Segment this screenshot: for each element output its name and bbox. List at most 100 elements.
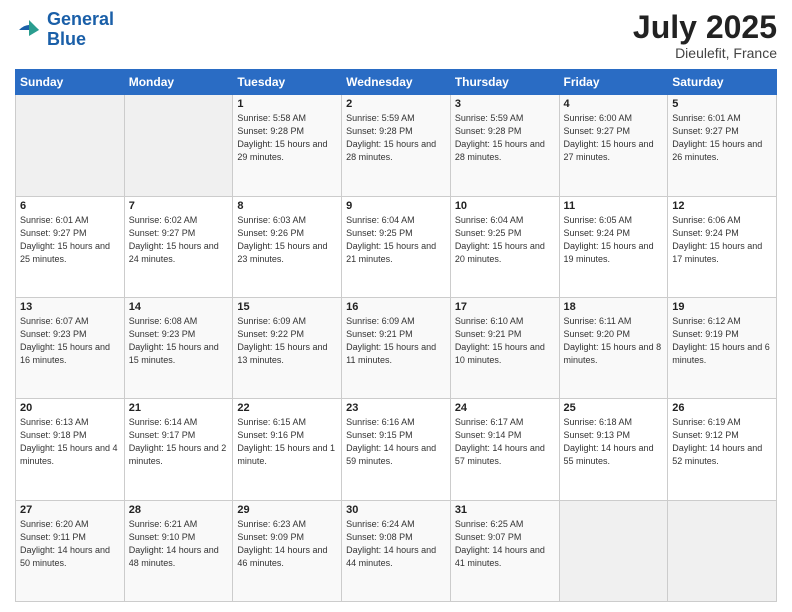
day-info: Sunrise: 6:06 AM Sunset: 9:24 PM Dayligh… (672, 214, 772, 266)
calendar-cell: 8 Sunrise: 6:03 AM Sunset: 9:26 PM Daylig… (233, 196, 342, 297)
day-number: 3 (455, 98, 555, 110)
calendar-cell: 17 Sunrise: 6:10 AM Sunset: 9:21 PM Dayli… (450, 297, 559, 398)
day-info: Sunrise: 6:02 AM Sunset: 9:27 PM Dayligh… (129, 214, 229, 266)
logo-icon (15, 16, 43, 44)
calendar-cell: 27 Sunrise: 6:20 AM Sunset: 9:11 PM Dayli… (16, 500, 125, 601)
day-info: Sunrise: 6:25 AM Sunset: 9:07 PM Dayligh… (455, 518, 555, 570)
day-number: 16 (346, 301, 446, 313)
day-info: Sunrise: 6:23 AM Sunset: 9:09 PM Dayligh… (237, 518, 337, 570)
logo-line1: General (47, 9, 114, 29)
day-info: Sunrise: 6:20 AM Sunset: 9:11 PM Dayligh… (20, 518, 120, 570)
calendar-cell: 23Sunrise: 6:16 AM Sunset: 9:15 PM Dayli… (342, 399, 451, 500)
calendar-cell: 4Sunrise: 6:00 AM Sunset: 9:27 PM Daylig… (559, 95, 668, 196)
day-info: Sunrise: 6:21 AM Sunset: 9:10 PM Dayligh… (129, 518, 229, 570)
calendar-cell: 7 Sunrise: 6:02 AM Sunset: 9:27 PM Daylig… (124, 196, 233, 297)
day-info: Sunrise: 6:03 AM Sunset: 9:26 PM Dayligh… (237, 214, 337, 266)
calendar-cell: 21 Sunrise: 6:14 AM Sunset: 9:17 PM Dayli… (124, 399, 233, 500)
day-info: Sunrise: 6:04 AM Sunset: 9:25 PM Dayligh… (455, 214, 555, 266)
calendar-cell: 22Sunrise: 6:15 AM Sunset: 9:16 PM Dayli… (233, 399, 342, 500)
day-number: 6 (20, 200, 120, 212)
col-saturday: Saturday (668, 70, 777, 95)
calendar-cell: 16 Sunrise: 6:09 AM Sunset: 9:21 PM Dayli… (342, 297, 451, 398)
calendar-header-row: Sunday Monday Tuesday Wednesday Thursday… (16, 70, 777, 95)
day-number: 9 (346, 200, 446, 212)
calendar-cell: 20 Sunrise: 6:13 AM Sunset: 9:18 PM Dayli… (16, 399, 125, 500)
day-number: 11 (564, 200, 664, 212)
day-number: 30 (346, 504, 446, 516)
calendar-cell: 5 Sunrise: 6:01 AM Sunset: 9:27 PM Daylig… (668, 95, 777, 196)
day-number: 24 (455, 402, 555, 414)
calendar-cell: 31 Sunrise: 6:25 AM Sunset: 9:07 PM Dayli… (450, 500, 559, 601)
day-info: Sunrise: 6:19 AM Sunset: 9:12 PM Dayligh… (672, 416, 772, 468)
day-info: Sunrise: 6:08 AM Sunset: 9:23 PM Dayligh… (129, 315, 229, 367)
day-info: Sunrise: 6:09 AM Sunset: 9:21 PM Dayligh… (346, 315, 446, 367)
day-number: 27 (20, 504, 120, 516)
calendar-cell (16, 95, 125, 196)
day-info: Sunrise: 6:09 AM Sunset: 9:22 PM Dayligh… (237, 315, 337, 367)
calendar-week-1: 1Sunrise: 5:58 AM Sunset: 9:28 PM Daylig… (16, 95, 777, 196)
calendar-week-3: 13Sunrise: 6:07 AM Sunset: 9:23 PM Dayli… (16, 297, 777, 398)
day-info: Sunrise: 6:01 AM Sunset: 9:27 PM Dayligh… (20, 214, 120, 266)
calendar-cell: 15 Sunrise: 6:09 AM Sunset: 9:22 PM Dayli… (233, 297, 342, 398)
day-number: 23 (346, 402, 446, 414)
calendar-cell: 6 Sunrise: 6:01 AM Sunset: 9:27 PM Daylig… (16, 196, 125, 297)
day-number: 17 (455, 301, 555, 313)
day-info: Sunrise: 5:59 AM Sunset: 9:28 PM Dayligh… (455, 112, 555, 164)
logo-line2: Blue (47, 29, 86, 49)
calendar-cell: 2Sunrise: 5:59 AM Sunset: 9:28 PM Daylig… (342, 95, 451, 196)
col-thursday: Thursday (450, 70, 559, 95)
day-number: 19 (672, 301, 772, 313)
day-info: Sunrise: 6:18 AM Sunset: 9:13 PM Dayligh… (564, 416, 664, 468)
day-info: Sunrise: 6:24 AM Sunset: 9:08 PM Dayligh… (346, 518, 446, 570)
calendar-cell (124, 95, 233, 196)
day-number: 8 (237, 200, 337, 212)
day-info: Sunrise: 6:01 AM Sunset: 9:27 PM Dayligh… (672, 112, 772, 164)
day-number: 2 (346, 98, 446, 110)
col-friday: Friday (559, 70, 668, 95)
day-info: Sunrise: 6:10 AM Sunset: 9:21 PM Dayligh… (455, 315, 555, 367)
day-number: 1 (237, 98, 337, 110)
col-sunday: Sunday (16, 70, 125, 95)
calendar-cell: 13Sunrise: 6:07 AM Sunset: 9:23 PM Dayli… (16, 297, 125, 398)
calendar-cell: 26Sunrise: 6:19 AM Sunset: 9:12 PM Dayli… (668, 399, 777, 500)
day-number: 18 (564, 301, 664, 313)
title-block: July 2025 Dieulefit, France (633, 10, 777, 61)
calendar-cell: 11 Sunrise: 6:05 AM Sunset: 9:24 PM Dayli… (559, 196, 668, 297)
day-number: 4 (564, 98, 664, 110)
day-number: 15 (237, 301, 337, 313)
calendar-cell: 1Sunrise: 5:58 AM Sunset: 9:28 PM Daylig… (233, 95, 342, 196)
day-info: Sunrise: 6:15 AM Sunset: 9:16 PM Dayligh… (237, 416, 337, 468)
calendar-cell: 29 Sunrise: 6:23 AM Sunset: 9:09 PM Dayli… (233, 500, 342, 601)
day-number: 12 (672, 200, 772, 212)
day-number: 10 (455, 200, 555, 212)
day-number: 7 (129, 200, 229, 212)
day-number: 21 (129, 402, 229, 414)
calendar-cell: 10 Sunrise: 6:04 AM Sunset: 9:25 PM Dayli… (450, 196, 559, 297)
calendar: Sunday Monday Tuesday Wednesday Thursday… (15, 69, 777, 602)
calendar-cell: 14Sunrise: 6:08 AM Sunset: 9:23 PM Dayli… (124, 297, 233, 398)
calendar-cell: 25 Sunrise: 6:18 AM Sunset: 9:13 PM Dayli… (559, 399, 668, 500)
day-number: 20 (20, 402, 120, 414)
day-info: Sunrise: 6:07 AM Sunset: 9:23 PM Dayligh… (20, 315, 120, 367)
logo: General Blue (15, 10, 114, 50)
day-info: Sunrise: 6:11 AM Sunset: 9:20 PM Dayligh… (564, 315, 664, 367)
day-number: 31 (455, 504, 555, 516)
day-number: 25 (564, 402, 664, 414)
day-info: Sunrise: 6:13 AM Sunset: 9:18 PM Dayligh… (20, 416, 120, 468)
calendar-cell: 24 Sunrise: 6:17 AM Sunset: 9:14 PM Dayli… (450, 399, 559, 500)
day-info: Sunrise: 6:12 AM Sunset: 9:19 PM Dayligh… (672, 315, 772, 367)
day-info: Sunrise: 6:05 AM Sunset: 9:24 PM Dayligh… (564, 214, 664, 266)
calendar-cell: 28 Sunrise: 6:21 AM Sunset: 9:10 PM Dayli… (124, 500, 233, 601)
calendar-week-5: 27 Sunrise: 6:20 AM Sunset: 9:11 PM Dayli… (16, 500, 777, 601)
day-info: Sunrise: 6:17 AM Sunset: 9:14 PM Dayligh… (455, 416, 555, 468)
day-number: 29 (237, 504, 337, 516)
day-number: 28 (129, 504, 229, 516)
day-number: 5 (672, 98, 772, 110)
header: General Blue July 2025 Dieulefit, France (15, 10, 777, 61)
calendar-cell: 18 Sunrise: 6:11 AM Sunset: 9:20 PM Dayli… (559, 297, 668, 398)
col-monday: Monday (124, 70, 233, 95)
calendar-cell (668, 500, 777, 601)
day-info: Sunrise: 6:14 AM Sunset: 9:17 PM Dayligh… (129, 416, 229, 468)
calendar-cell: 12 Sunrise: 6:06 AM Sunset: 9:24 PM Dayli… (668, 196, 777, 297)
calendar-cell: 19 Sunrise: 6:12 AM Sunset: 9:19 PM Dayli… (668, 297, 777, 398)
